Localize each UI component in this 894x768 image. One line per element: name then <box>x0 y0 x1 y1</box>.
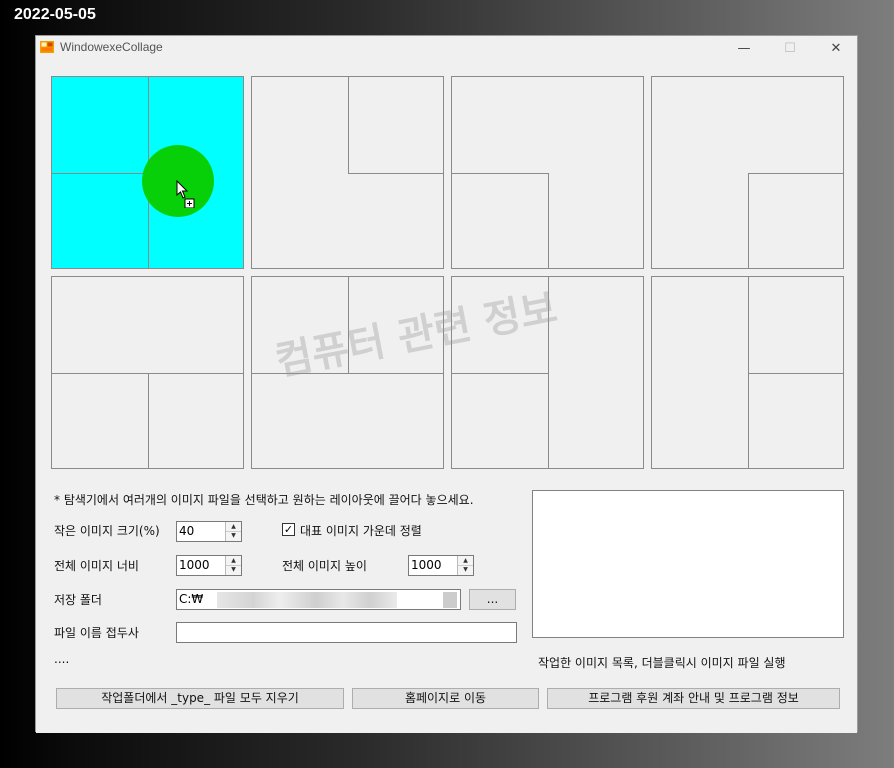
status-text: .... <box>54 652 70 666</box>
close-button[interactable]: ✕ <box>813 36 859 60</box>
file-prefix-input[interactable] <box>176 622 517 643</box>
minimize-button[interactable]: — <box>721 36 767 60</box>
layout-divider <box>452 373 548 374</box>
layout-6[interactable] <box>251 276 444 469</box>
small-image-size-label: 작은 이미지 크기(%) <box>54 524 160 538</box>
app-window: WindowexeCollage — ☐ ✕ * 탐색기에서 여러개의 이미지 … <box>35 35 858 733</box>
file-prefix-label: 파일 이름 접두사 <box>54 626 139 640</box>
save-folder-label: 저장 폴더 <box>54 593 102 607</box>
app-icon <box>40 41 54 53</box>
total-height-stepper[interactable]: 1000 ▲ ▼ <box>408 555 474 576</box>
date-label: 2022-05-05 <box>14 6 96 23</box>
save-folder-input[interactable]: C:₩ <box>176 589 461 610</box>
image-list-caption: 작업한 이미지 목록, 더블클릭시 이미지 파일 실행 <box>538 656 786 670</box>
layout-1[interactable] <box>51 76 244 269</box>
spin-buttons[interactable]: ▲ ▼ <box>225 556 241 575</box>
spin-down-icon[interactable]: ▼ <box>226 565 241 574</box>
layout-divider <box>452 173 548 174</box>
layout-divider <box>348 173 443 174</box>
spin-buttons[interactable]: ▲ ▼ <box>457 556 473 575</box>
browse-folder-button[interactable]: ... <box>469 589 516 610</box>
instructions-text: * 탐색기에서 여러개의 이미지 파일을 선택하고 원하는 레이아웃에 끌어다 … <box>54 493 474 507</box>
layout-divider <box>748 373 843 374</box>
layout-divider <box>348 77 349 173</box>
layout-3[interactable] <box>451 76 644 269</box>
window-title: WindowexeCollage <box>60 40 163 54</box>
layout-4[interactable] <box>651 76 844 269</box>
layout-divider <box>548 173 549 268</box>
homepage-button[interactable]: 홈페이지로 이동 <box>352 688 539 709</box>
small-image-size-value[interactable]: 40 <box>179 524 194 538</box>
maximize-button[interactable]: ☐ <box>767 36 813 60</box>
total-width-value[interactable]: 1000 <box>179 558 210 572</box>
center-align-label[interactable]: 대표 이미지 가운데 정렬 <box>300 522 422 539</box>
layout-7[interactable] <box>451 276 644 469</box>
total-width-stepper[interactable]: 1000 ▲ ▼ <box>176 555 242 576</box>
layout-divider <box>748 173 749 268</box>
drag-copy-cursor-icon <box>176 180 195 208</box>
total-height-label: 전체 이미지 높이 <box>282 559 367 573</box>
layout-divider <box>548 277 549 468</box>
total-height-value[interactable]: 1000 <box>411 558 442 572</box>
layout-2[interactable] <box>251 76 444 269</box>
layout-5[interactable] <box>51 276 244 469</box>
spin-down-icon[interactable]: ▼ <box>226 531 241 540</box>
save-folder-value: C:₩ <box>179 592 204 606</box>
sponsor-info-button[interactable]: 프로그램 후원 계좌 안내 및 프로그램 정보 <box>547 688 840 709</box>
delete-type-files-button[interactable]: 작업폴더에서 _type_ 파일 모두 지우기 <box>56 688 344 709</box>
center-align-checkbox[interactable]: ✓ <box>282 523 295 536</box>
main-content: * 탐색기에서 여러개의 이미지 파일을 선택하고 원하는 레이아웃에 끌어다 … <box>36 60 857 733</box>
layout-8[interactable] <box>651 276 844 469</box>
layout-divider <box>748 173 843 174</box>
redacted-path-end <box>443 592 457 608</box>
image-list-box[interactable] <box>532 490 844 638</box>
layout-divider <box>148 373 149 468</box>
small-image-size-stepper[interactable]: 40 ▲ ▼ <box>176 521 242 542</box>
redacted-path <box>217 592 397 608</box>
layout-divider <box>348 277 349 373</box>
spin-buttons[interactable]: ▲ ▼ <box>225 522 241 541</box>
layout-divider <box>252 373 443 374</box>
spin-down-icon[interactable]: ▼ <box>458 565 473 574</box>
title-bar[interactable]: WindowexeCollage — ☐ ✕ <box>36 36 857 61</box>
layout-divider <box>52 173 148 174</box>
total-width-label: 전체 이미지 너비 <box>54 559 139 573</box>
